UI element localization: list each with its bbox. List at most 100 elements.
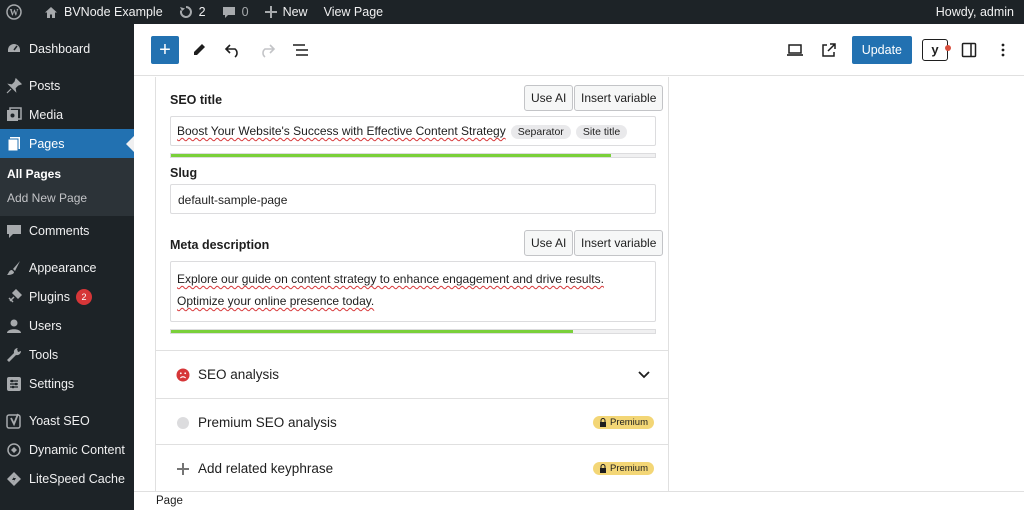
sidebar-item-tools[interactable]: Tools <box>0 340 134 369</box>
updates-count: 2 <box>198 5 206 19</box>
lock-icon <box>599 464 606 473</box>
settings-sidebar-button[interactable] <box>952 33 986 67</box>
sidebar-item-label: Dashboard <box>29 41 91 56</box>
editor-footer: Page <box>134 491 1024 510</box>
sidebar-item-yoast-seo[interactable]: Yoast SEO <box>0 406 134 435</box>
options-menu-button[interactable] <box>986 33 1020 67</box>
redo-icon <box>262 43 276 58</box>
comments-link[interactable]: 0 <box>214 0 257 24</box>
sidebar-item-label: Appearance <box>29 260 97 275</box>
chevron-down-icon <box>638 370 650 379</box>
seo-title-progress <box>170 153 656 158</box>
site-name-link[interactable]: BVNode Example <box>36 0 171 24</box>
editor-canvas-area <box>669 77 1024 491</box>
yoast-sidebar-button[interactable]: y <box>918 33 952 67</box>
seo-title-use-ai-button[interactable]: Use AI <box>524 85 574 111</box>
submenu-item-all-pages[interactable]: All Pages <box>0 162 134 186</box>
meta-description-progress-fill <box>171 330 573 333</box>
updates-link[interactable]: 2 <box>171 0 214 24</box>
view-page-label: View Page <box>323 5 384 19</box>
plugins-update-badge: 2 <box>76 288 92 305</box>
sidebar-toggle-icon <box>961 42 977 57</box>
sidebar-item-pages[interactable]: Pages <box>0 129 134 158</box>
sidebar-item-label: Settings <box>29 376 75 391</box>
site-title-variable-pill[interactable]: Site title <box>575 125 628 139</box>
account-menu[interactable]: Howdy, admin <box>928 0 1024 24</box>
premium-badge-text: Premium <box>609 417 648 428</box>
slug-input[interactable]: default-sample-page <box>170 184 656 214</box>
updates-icon <box>179 6 192 18</box>
pencil-icon <box>194 43 205 55</box>
sad-face-icon <box>176 368 190 382</box>
meta-insert-variable-button[interactable]: Insert variable <box>574 230 664 256</box>
meta-description-line-2: Optimize your online presence today. <box>177 294 375 308</box>
meta-description-label: Meta description <box>170 238 270 252</box>
submenu-item-add-new-page[interactable]: Add New Page <box>0 186 134 210</box>
plus-icon <box>176 462 190 476</box>
undo-button[interactable] <box>216 33 250 67</box>
seo-analysis-toggle[interactable]: SEO analysis <box>156 350 668 398</box>
sidebar-item-posts[interactable]: Posts <box>0 71 134 100</box>
add-related-keyphrase-toggle[interactable]: Add related keyphrase Premium <box>156 444 668 492</box>
sidebar-item-dashboard[interactable]: Dashboard <box>0 34 134 63</box>
seo-title-insert-variable-button[interactable]: Insert variable <box>574 85 664 111</box>
sidebar-item-label: Plugins <box>29 289 70 304</box>
sidebar-item-label: Users <box>29 318 62 333</box>
grey-dot-icon <box>176 416 190 430</box>
wordpress-logo-button[interactable]: W <box>0 0 36 24</box>
sidebar-item-label: Tools <box>29 347 59 362</box>
document-overview-button[interactable] <box>284 33 318 67</box>
dashboard-icon <box>6 41 22 57</box>
separator-variable-pill[interactable]: Separator <box>510 125 571 139</box>
seo-title-progress-fill <box>171 154 612 157</box>
new-content-link[interactable]: New <box>257 0 316 24</box>
block-breadcrumb[interactable]: Page <box>156 495 183 507</box>
user-icon <box>6 318 22 334</box>
wordpress-icon: W <box>6 4 22 20</box>
list-view-icon <box>293 43 308 56</box>
pages-submenu: All Pages Add New Page <box>0 158 134 216</box>
brush-icon <box>6 260 22 276</box>
sidebar-item-label: Dynamic Content <box>29 442 125 457</box>
media-icon <box>6 106 22 123</box>
meta-description-line-1: Explore our guide on content strategy to… <box>177 272 604 286</box>
sidebar-item-settings[interactable]: Settings <box>0 369 134 398</box>
redo-button[interactable] <box>250 33 284 67</box>
sidebar-item-comments[interactable]: Comments <box>0 216 134 245</box>
home-icon <box>45 6 57 18</box>
sidebar-item-label: Media <box>29 107 64 122</box>
premium-seo-analysis-toggle[interactable]: Premium SEO analysis Premium <box>156 398 668 446</box>
sidebar-item-appearance[interactable]: Appearance <box>0 253 134 282</box>
dynamic-icon <box>6 442 22 458</box>
more-vertical-icon <box>1001 43 1005 56</box>
sidebar-item-label: Posts <box>29 78 61 93</box>
view-page-button[interactable] <box>812 33 846 67</box>
yoast-icon: y <box>922 38 951 61</box>
site-name: BVNode Example <box>64 5 163 19</box>
sidebar-item-litespeed-cache[interactable]: LiteSpeed Cache <box>0 464 134 493</box>
howdy-text: Howdy, admin <box>935 5 1014 19</box>
seo-title-input[interactable]: Boost Your Website's Success with Effect… <box>170 116 656 146</box>
meta-use-ai-button[interactable]: Use AI <box>524 230 574 256</box>
update-button[interactable]: Update <box>851 35 912 64</box>
add-block-button[interactable]: + <box>151 35 179 64</box>
lock-icon <box>599 418 606 427</box>
sidebar-item-dynamic-content[interactable]: Dynamic Content <box>0 435 134 464</box>
sidebar-item-users[interactable]: Users <box>0 311 134 340</box>
sidebar-item-plugins[interactable]: Plugins 2 <box>0 282 134 311</box>
meta-description-input[interactable]: Explore our guide on content strategy to… <box>170 261 656 322</box>
external-link-icon <box>821 42 836 57</box>
premium-badge: Premium <box>592 462 654 475</box>
editor-toolbar: + Update y <box>134 24 1024 76</box>
yoast-icon <box>6 413 22 429</box>
seo-analysis-label: SEO analysis <box>198 367 280 382</box>
premium-badge: Premium <box>592 416 654 429</box>
preview-button[interactable] <box>778 33 812 67</box>
seo-title-text: Boost Your Website's Success with Effect… <box>177 124 506 138</box>
svg-text:W: W <box>10 8 19 18</box>
sidebar-item-media[interactable]: Media <box>0 100 134 129</box>
laptop-icon <box>786 43 803 56</box>
view-page-link[interactable]: View Page <box>316 0 392 24</box>
tools-button[interactable] <box>182 33 216 67</box>
yoast-seo-panel: SEO title Use AI Insert variable Boost Y… <box>155 77 669 491</box>
